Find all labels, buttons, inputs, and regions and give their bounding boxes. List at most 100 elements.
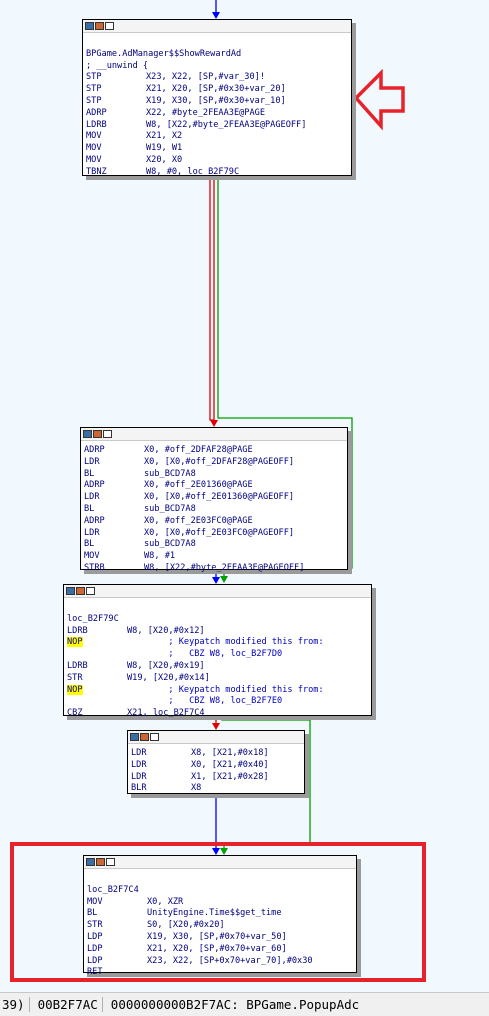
instruction-line[interactable]: BL UnityEngine.Time$$get_time bbox=[87, 908, 353, 920]
instruction-line[interactable]: ADRP X22, #byte_2FEAA3E@PAGE bbox=[86, 108, 348, 120]
operands[interactable]: X21, X20, [SP,#0x70+var_60] bbox=[147, 944, 287, 956]
mnemonic[interactable]: LDRB bbox=[86, 120, 107, 130]
operands[interactable]: X8, [X21,#0x18] bbox=[191, 748, 269, 760]
instruction-line[interactable]: ADRP X0, #off_2E01360@PAGE bbox=[84, 480, 344, 492]
instruction-line[interactable]: TBNZ W8, #0, loc_B2F79C bbox=[86, 167, 348, 179]
code-block-loc-b2f7c4[interactable]: loc_B2F7C4 MOV X0, XZR BL UnityEngine.Time$$… bbox=[83, 855, 357, 977]
mnemonic[interactable]: BL bbox=[84, 539, 94, 549]
instruction-line[interactable]: STR W19, [X20,#0x14] bbox=[67, 673, 368, 685]
operands[interactable]: X19, X30, [SP,#0x30+var_10] bbox=[146, 96, 286, 108]
mnemonic[interactable]: LDRB bbox=[67, 626, 88, 636]
operands[interactable]: X0, #off_2DFAF28@PAGE bbox=[144, 445, 253, 457]
operands[interactable]: sub_BCD7A8 bbox=[144, 469, 196, 481]
instruction-line[interactable]: STP X23, X22, [SP,#var_30]! bbox=[86, 72, 348, 84]
mnemonic[interactable]: ADRP bbox=[84, 480, 105, 490]
patched-instruction[interactable]: NOP ; Keypatch modified this from: bbox=[67, 684, 368, 697]
instruction-line[interactable]: LDR X0, [X0,#off_2E01360@PAGEOFF] bbox=[84, 492, 344, 504]
instruction-line[interactable]: BL sub_BCD7A8 bbox=[84, 469, 344, 481]
mnemonic[interactable]: MOV bbox=[84, 551, 100, 561]
label-text[interactable]: BPGame.AdManager$$ShowRewardAd bbox=[86, 49, 241, 61]
instruction-line[interactable]: STRB W8, [X22,#byte_2FEAA3E@PAGEOFF] bbox=[84, 563, 344, 575]
operands[interactable]: UnityEngine.Time$$get_time bbox=[147, 908, 282, 920]
edit-icon[interactable] bbox=[140, 733, 149, 741]
mnemonic[interactable]: MOV bbox=[86, 131, 102, 141]
mnemonic[interactable]: LDRB bbox=[67, 661, 88, 671]
instruction-line[interactable]: STR S0, [X20,#0x20] bbox=[87, 920, 353, 932]
mnemonic[interactable]: BL bbox=[87, 908, 97, 918]
operands[interactable]: X23, X22, [SP,#var_30]! bbox=[146, 72, 265, 84]
instruction-line[interactable]: LDR X0, [X0,#off_2E03FC0@PAGEOFF] bbox=[84, 528, 344, 540]
list-icon[interactable] bbox=[103, 430, 112, 438]
instruction-line[interactable]: BL sub_BCD7A8 bbox=[84, 504, 344, 516]
list-icon[interactable] bbox=[105, 22, 114, 30]
operands[interactable]: W8, [X20,#0x19] bbox=[127, 661, 205, 673]
operands[interactable]: X0, [X0,#off_2DFAF28@PAGEOFF] bbox=[144, 457, 294, 469]
operands[interactable]: X21, loc_B2F7C4 bbox=[127, 708, 205, 720]
code-label[interactable]: BPGame.AdManager$$ShowRewardAd bbox=[86, 49, 348, 61]
operands[interactable]: X22, #byte_2FEAA3E@PAGE bbox=[146, 108, 265, 120]
instruction-line[interactable]: MOV W8, #1 bbox=[84, 551, 344, 563]
instruction-line[interactable]: LDRB W8, [X20,#0x19] bbox=[67, 661, 368, 673]
mnemonic[interactable]: TBNZ bbox=[86, 167, 107, 177]
instruction-line[interactable]: LDR X0, [X21,#0x40] bbox=[131, 760, 301, 772]
mnemonic[interactable]: NOP bbox=[67, 637, 83, 648]
edit-icon[interactable] bbox=[76, 587, 85, 595]
mnemonic[interactable]: STRB bbox=[84, 563, 105, 573]
instruction-line[interactable]: RET bbox=[87, 967, 353, 979]
operands[interactable]: X0, #off_2E01360@PAGE bbox=[144, 480, 253, 492]
instruction-line[interactable]: MOV X0, XZR bbox=[87, 897, 353, 909]
operands[interactable]: X1, [X21,#0x28] bbox=[191, 772, 269, 784]
mnemonic[interactable]: LDR bbox=[131, 760, 147, 770]
label-text[interactable]: loc_B2F79C bbox=[67, 614, 119, 626]
mnemonic[interactable]: STP bbox=[86, 72, 102, 82]
edit-icon[interactable] bbox=[95, 22, 104, 30]
graph-icon[interactable] bbox=[130, 733, 139, 741]
instruction-line[interactable]: MOV X21, X2 bbox=[86, 131, 348, 143]
mnemonic[interactable]: RET bbox=[87, 967, 103, 977]
mnemonic[interactable]: LDR bbox=[84, 457, 100, 467]
operands[interactable]: X0, #off_2E03FC0@PAGE bbox=[144, 516, 253, 528]
instruction-line[interactable]: LDP X23, X22, [SP+0x70+var_70],#0x30 bbox=[87, 956, 353, 968]
operands[interactable]: S0, [X20,#0x20] bbox=[147, 920, 225, 932]
edit-icon[interactable] bbox=[93, 430, 102, 438]
instruction-line[interactable]: LDP X19, X30, [SP,#0x70+var_50] bbox=[87, 932, 353, 944]
label-text[interactable]: loc_B2F7C4 bbox=[87, 885, 139, 897]
instruction-line[interactable]: LDR X1, [X21,#0x28] bbox=[131, 772, 301, 784]
operands[interactable]: X0, XZR bbox=[147, 897, 183, 909]
operands[interactable]: W19, W1 bbox=[146, 143, 182, 155]
operands[interactable]: W8, #0, loc_B2F79C bbox=[146, 167, 239, 179]
mnemonic[interactable]: STP bbox=[86, 96, 102, 106]
code-label[interactable]: ; __unwind { bbox=[86, 61, 348, 73]
instruction-line[interactable]: MOV W19, W1 bbox=[86, 143, 348, 155]
mnemonic[interactable]: BL bbox=[84, 469, 94, 479]
graph-icon[interactable] bbox=[83, 430, 92, 438]
mnemonic[interactable]: MOV bbox=[86, 143, 102, 153]
operands[interactable]: X0, [X21,#0x40] bbox=[191, 760, 269, 772]
mnemonic[interactable]: STR bbox=[87, 920, 103, 930]
graph-view[interactable]: BPGame.AdManager$$ShowRewardAd; __unwind… bbox=[0, 0, 489, 992]
code-label[interactable]: loc_B2F79C bbox=[67, 614, 368, 626]
code-block-callback[interactable]: LDR X8, [X21,#0x18] LDR X0, [X21,#0x40] LDR X… bbox=[127, 730, 305, 794]
list-icon[interactable] bbox=[106, 858, 115, 866]
instruction-line[interactable]: LDR X0, [X0,#off_2DFAF28@PAGEOFF] bbox=[84, 457, 344, 469]
instruction-line[interactable]: LDR X8, [X21,#0x18] bbox=[131, 748, 301, 760]
operands[interactable]: W8, [X20,#0x12] bbox=[127, 626, 205, 638]
mnemonic[interactable]: MOV bbox=[86, 155, 102, 165]
operands[interactable]: X0, [X0,#off_2E03FC0@PAGEOFF] bbox=[144, 528, 294, 540]
code-label[interactable]: loc_B2F7C4 bbox=[87, 885, 353, 897]
instruction-line[interactable]: LDRB W8, [X20,#0x12] bbox=[67, 626, 368, 638]
instruction-line[interactable]: ADRP X0, #off_2DFAF28@PAGE bbox=[84, 445, 344, 457]
mnemonic[interactable]: NOP bbox=[67, 684, 83, 695]
operands[interactable]: X0, [X0,#off_2E01360@PAGEOFF] bbox=[144, 492, 294, 504]
mnemonic[interactable]: LDP bbox=[87, 932, 103, 942]
mnemonic[interactable]: BL bbox=[84, 504, 94, 514]
mnemonic[interactable]: CBZ bbox=[67, 708, 83, 718]
instruction-line[interactable]: ADRP X0, #off_2E03FC0@PAGE bbox=[84, 516, 344, 528]
mnemonic[interactable]: LDP bbox=[87, 956, 103, 966]
comment-text[interactable]: ; Keypatch modified this from: bbox=[127, 637, 323, 649]
mnemonic[interactable]: STP bbox=[86, 84, 102, 94]
operands[interactable]: W8, [X22,#byte_2FEAA3E@PAGEOFF] bbox=[146, 120, 306, 132]
mnemonic[interactable]: STR bbox=[67, 673, 83, 683]
list-icon[interactable] bbox=[86, 587, 95, 595]
mnemonic[interactable]: LDR bbox=[84, 528, 100, 538]
